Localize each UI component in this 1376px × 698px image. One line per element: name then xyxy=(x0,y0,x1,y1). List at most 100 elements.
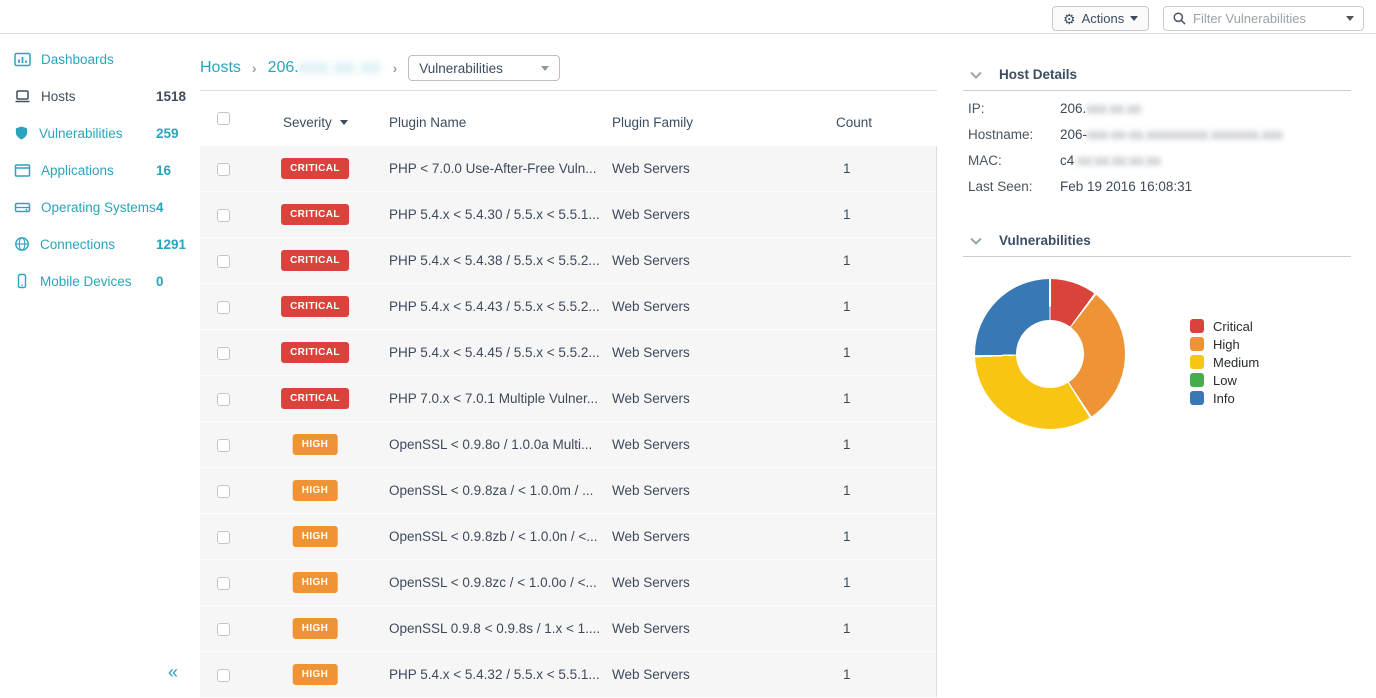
table-row[interactable]: HIGH OpenSSL 0.9.8 < 0.9.8s / 1.x < 1...… xyxy=(200,606,937,652)
filter-vulnerabilities-input[interactable]: Filter Vulnerabilities xyxy=(1163,6,1364,31)
globe-icon xyxy=(14,236,30,252)
sidebar-item-connections[interactable]: Connections 1291 xyxy=(14,234,192,254)
plugin-family: Web Servers xyxy=(612,667,690,682)
row-checkbox[interactable] xyxy=(217,163,230,176)
row-checkbox[interactable] xyxy=(217,531,230,544)
row-checkbox[interactable] xyxy=(217,347,230,360)
severity-badge: CRITICAL xyxy=(281,158,349,179)
table-row[interactable]: HIGH OpenSSL < 0.9.8zb / < 1.0.0n / <...… xyxy=(200,514,937,560)
host-details-section-header[interactable]: Host Details xyxy=(970,67,1077,82)
plugin-name: PHP 5.4.x < 5.4.30 / 5.5.x < 5.5.1... xyxy=(389,207,600,222)
plugin-name: PHP 5.4.x < 5.4.45 / 5.5.x < 5.5.2... xyxy=(389,345,600,360)
legend-label: Medium xyxy=(1213,355,1259,370)
table-row[interactable]: CRITICAL PHP < 7.0.0 Use-After-Free Vuln… xyxy=(200,146,937,192)
table-row[interactable]: CRITICAL PHP 5.4.x < 5.4.45 / 5.5.x < 5.… xyxy=(200,330,937,376)
breadcrumb-separator-icon: › xyxy=(252,60,257,76)
sidebar: Dashboards Hosts 1518 Vulnerabilities 25… xyxy=(0,34,197,698)
row-checkbox[interactable] xyxy=(217,301,230,314)
field-label: Hostname: xyxy=(968,127,1060,142)
severity-badge: HIGH xyxy=(293,572,338,593)
sidebar-item-count: 0 xyxy=(156,274,164,289)
row-checkbox[interactable] xyxy=(217,623,230,636)
table-row[interactable]: CRITICAL PHP 5.4.x < 5.4.38 / 5.5.x < 5.… xyxy=(200,238,937,284)
select-all-checkbox[interactable] xyxy=(217,112,230,125)
row-checkbox[interactable] xyxy=(217,669,230,682)
host-detail-mac: MAC:c4:xx:xx:xx:xx:xx xyxy=(968,153,1161,168)
field-value-prefix: 206. xyxy=(1060,101,1086,116)
plugin-name: OpenSSL < 0.9.8zc / < 1.0.0o / <... xyxy=(389,575,597,590)
sidebar-item-applications[interactable]: Applications 16 xyxy=(14,160,192,180)
plugin-family: Web Servers xyxy=(612,529,690,544)
breadcrumb: Hosts › 206.xxx.xx.xx › Vulnerabilities xyxy=(200,55,560,81)
plugin-family: Web Servers xyxy=(612,207,690,222)
table-row[interactable]: HIGH OpenSSL < 0.9.8o / 1.0.0a Multi... … xyxy=(200,422,937,468)
actions-button[interactable]: ⚙ Actions xyxy=(1052,6,1149,31)
row-checkbox[interactable] xyxy=(217,393,230,406)
severity-badge: CRITICAL xyxy=(281,296,349,317)
count-value: 1 xyxy=(843,161,851,176)
sidebar-item-count: 1518 xyxy=(156,89,186,104)
sort-caret-icon xyxy=(340,120,348,125)
sidebar-collapse-button[interactable]: « xyxy=(168,662,178,683)
sidebar-item-count: 16 xyxy=(156,163,171,178)
plugin-family: Web Servers xyxy=(612,253,690,268)
column-header-plugin-family[interactable]: Plugin Family xyxy=(612,115,693,130)
legend-label: Info xyxy=(1213,391,1235,406)
breadcrumb-hosts-link[interactable]: Hosts xyxy=(200,59,241,77)
column-header-severity[interactable]: Severity xyxy=(283,115,348,130)
sidebar-item-vulnerabilities[interactable]: Vulnerabilities 259 xyxy=(14,123,192,143)
vulnerabilities-section-header[interactable]: Vulnerabilities xyxy=(970,233,1091,248)
row-checkbox[interactable] xyxy=(217,255,230,268)
chevron-down-icon xyxy=(541,66,549,71)
sidebar-item-label: Hosts xyxy=(41,89,76,104)
field-label: Last Seen: xyxy=(968,179,1060,194)
sidebar-item-operating-systems[interactable]: Operating Systems 4 xyxy=(14,197,192,217)
severity-badge: CRITICAL xyxy=(281,204,349,225)
field-value-prefix: c4 xyxy=(1060,153,1074,168)
row-checkbox[interactable] xyxy=(217,577,230,590)
plugin-name: OpenSSL < 0.9.8zb / < 1.0.0n / <... xyxy=(389,529,598,544)
table-row[interactable]: HIGH OpenSSL < 0.9.8za / < 1.0.0m / ... … xyxy=(200,468,937,514)
shield-icon xyxy=(14,125,29,141)
column-header-plugin-name[interactable]: Plugin Name xyxy=(389,115,466,130)
count-value: 1 xyxy=(843,667,851,682)
plugin-name: OpenSSL < 0.9.8za / < 1.0.0m / ... xyxy=(389,483,593,498)
host-detail-hostname: Hostname:206-xxx-xx-xx.xxxxxxxxx.xxxxxxx… xyxy=(968,127,1283,142)
table-row[interactable]: HIGH OpenSSL < 0.9.8zc / < 1.0.0o / <...… xyxy=(200,560,937,606)
row-checkbox[interactable] xyxy=(217,209,230,222)
severity-badge: CRITICAL xyxy=(281,250,349,271)
host-detail-ip: IP:206.xxx.xx.xx xyxy=(968,101,1141,116)
table-row[interactable]: CRITICAL PHP 5.4.x < 5.4.30 / 5.5.x < 5.… xyxy=(200,192,937,238)
legend-swatch-medium xyxy=(1190,355,1204,369)
plugin-family: Web Servers xyxy=(612,575,690,590)
column-header-count[interactable]: Count xyxy=(836,115,872,130)
main-content: Hosts › 206.xxx.xx.xx › Vulnerabilities … xyxy=(200,34,937,698)
table-row[interactable]: CRITICAL PHP 5.4.x < 5.4.43 / 5.5.x < 5.… xyxy=(200,284,937,330)
severity-badge: HIGH xyxy=(293,480,338,501)
sidebar-item-label: Connections xyxy=(40,237,115,252)
count-value: 1 xyxy=(843,483,851,498)
host-details-panel: Host Details IP:206.xxx.xx.xx Hostname:2… xyxy=(963,34,1364,698)
view-selector-dropdown[interactable]: Vulnerabilities xyxy=(408,55,560,81)
severity-badge: CRITICAL xyxy=(281,342,349,363)
breadcrumb-host[interactable]: 206.xxx.xx.xx xyxy=(268,59,382,77)
row-checkbox[interactable] xyxy=(217,485,230,498)
chevron-down-icon[interactable] xyxy=(970,71,982,79)
sidebar-item-hosts[interactable]: Hosts 1518 xyxy=(14,86,192,106)
phone-icon xyxy=(14,273,30,289)
sidebar-item-dashboards[interactable]: Dashboards xyxy=(14,49,192,69)
table-row[interactable]: HIGH PHP 5.4.x < 5.4.32 / 5.5.x < 5.5.1.… xyxy=(200,652,937,698)
legend-swatch-high xyxy=(1190,337,1204,351)
host-detail-last-seen: Last Seen:Feb 19 2016 16:08:31 xyxy=(968,179,1192,194)
chevron-down-icon[interactable] xyxy=(1346,16,1354,21)
plugin-family: Web Servers xyxy=(612,391,690,406)
sidebar-item-label: Applications xyxy=(41,163,114,178)
gear-icon: ⚙ xyxy=(1063,12,1076,26)
chevron-down-icon[interactable] xyxy=(970,237,982,245)
plugin-name: PHP 5.4.x < 5.4.32 / 5.5.x < 5.5.1... xyxy=(389,667,600,682)
severity-badge: HIGH xyxy=(293,434,338,455)
table-row[interactable]: CRITICAL PHP 7.0.x < 7.0.1 Multiple Vuln… xyxy=(200,376,937,422)
sidebar-item-mobile-devices[interactable]: Mobile Devices 0 xyxy=(14,271,192,291)
row-checkbox[interactable] xyxy=(217,439,230,452)
severity-badge: HIGH xyxy=(293,664,338,685)
